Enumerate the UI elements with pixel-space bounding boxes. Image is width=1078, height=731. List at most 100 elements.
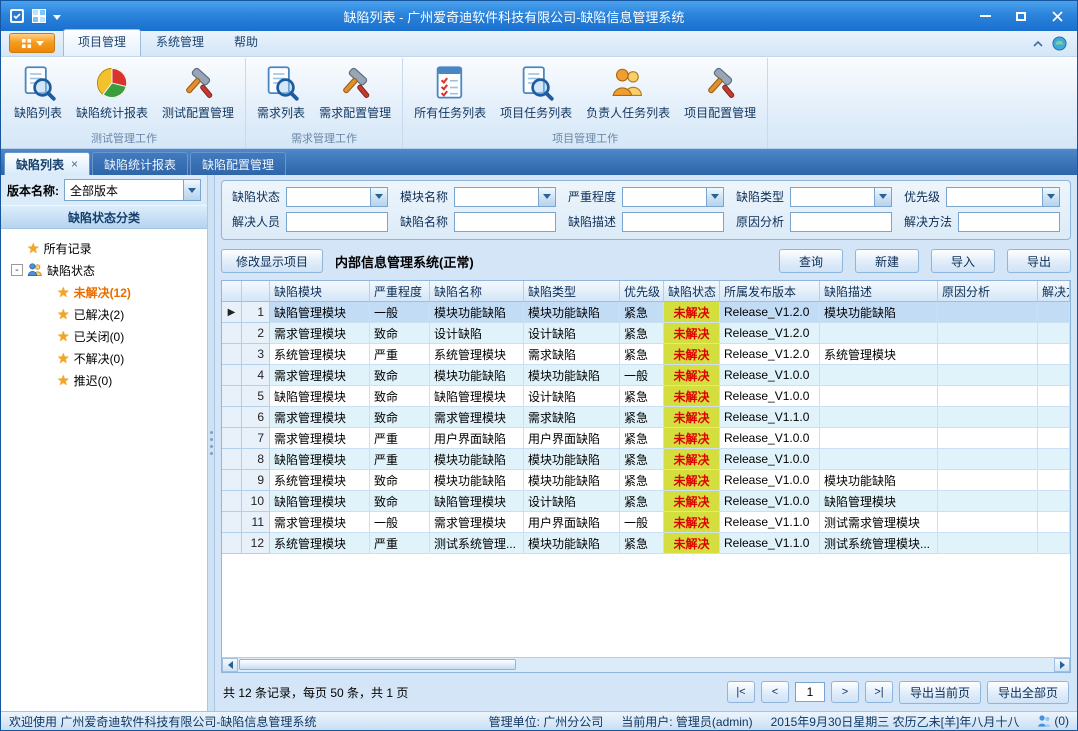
- column-header-10[interactable]: 解决方法: [1038, 281, 1070, 302]
- ribbon-button-2-2[interactable]: 需求配置管理: [312, 60, 398, 130]
- app-menu-button[interactable]: [9, 33, 55, 53]
- import-button[interactable]: 导入: [931, 249, 995, 273]
- grid-row-7[interactable]: 7需求管理模块严重用户界面缺陷用户界面缺陷紧急未解决Release_V1.0.0: [222, 428, 1070, 449]
- collapse-icon[interactable]: -: [11, 264, 23, 276]
- tree-item-2[interactable]: -缺陷状态: [3, 259, 205, 281]
- tree-item-3[interactable]: ★未解决(12): [3, 281, 205, 303]
- doc-tab-2[interactable]: 缺陷统计报表: [92, 152, 188, 175]
- grid-row-10[interactable]: 10缺陷管理模块致命缺陷管理模块设计缺陷紧急未解决Release_V1.0.0缺…: [222, 491, 1070, 512]
- quick-access-icon[interactable]: [31, 8, 47, 24]
- modify-columns-button[interactable]: 修改显示项目: [221, 249, 323, 273]
- help-icon[interactable]: [1052, 36, 1067, 51]
- filter-value-input[interactable]: [623, 188, 706, 206]
- filter-combo-4[interactable]: [790, 187, 892, 207]
- close-button[interactable]: [1039, 3, 1075, 29]
- ribbon-tab-2[interactable]: 系统管理: [141, 29, 219, 56]
- tree-item-7[interactable]: ★推迟(0): [3, 369, 205, 391]
- dropdown-arrow-icon[interactable]: [183, 180, 200, 200]
- version-combobox[interactable]: 全部版本: [64, 179, 201, 201]
- grid-row-4[interactable]: 4需求管理模块致命模块功能缺陷模块功能缺陷一般未解决Release_V1.0.0: [222, 365, 1070, 386]
- export-all-pages-button[interactable]: 导出全部页: [987, 681, 1069, 704]
- export-current-page-button[interactable]: 导出当前页: [899, 681, 981, 704]
- ribbon-tab-1[interactable]: 项目管理: [63, 29, 141, 56]
- quick-access-dropdown-icon[interactable]: [53, 9, 61, 23]
- ribbon-button-1-3[interactable]: 测试配置管理: [155, 60, 241, 130]
- tree-item-5[interactable]: ★已关闭(0): [3, 325, 205, 347]
- dropdown-arrow-icon[interactable]: [370, 188, 387, 206]
- grid-row-12[interactable]: 12系统管理模块严重测试系统管理...模块功能缺陷紧急未解决Release_V1…: [222, 533, 1070, 554]
- filter-value-input[interactable]: [947, 188, 1042, 206]
- doc-tab-3[interactable]: 缺陷配置管理: [190, 152, 286, 175]
- filter-value-input[interactable]: [791, 188, 874, 206]
- filter-input-4[interactable]: [790, 212, 892, 232]
- filter-value-input[interactable]: [791, 213, 891, 231]
- filter-value-input[interactable]: [287, 213, 387, 231]
- splitter-handle[interactable]: [208, 175, 215, 711]
- filter-combo-2[interactable]: [454, 187, 556, 207]
- grid-row-5[interactable]: 5缺陷管理模块致命缺陷管理模块设计缺陷紧急未解决Release_V1.0.0: [222, 386, 1070, 407]
- column-header-8[interactable]: 缺陷描述: [820, 281, 938, 302]
- grid-row-2[interactable]: 2需求管理模块致命设计缺陷设计缺陷紧急未解决Release_V1.2.0: [222, 323, 1070, 344]
- column-header-6[interactable]: 缺陷状态: [664, 281, 720, 302]
- filter-value-input[interactable]: [455, 188, 538, 206]
- column-header-4[interactable]: 缺陷类型: [524, 281, 620, 302]
- scroll-left-icon[interactable]: [222, 658, 238, 672]
- filter-value-input[interactable]: [623, 213, 723, 231]
- ribbon-button-1-1[interactable]: 缺陷列表: [7, 60, 69, 130]
- maximize-button[interactable]: [1003, 3, 1039, 29]
- grid-row-9[interactable]: 9系统管理模块致命模块功能缺陷模块功能缺陷紧急未解决Release_V1.0.0…: [222, 470, 1070, 491]
- query-button[interactable]: 查询: [779, 249, 843, 273]
- filter-input-1[interactable]: [286, 212, 388, 232]
- column-header-9[interactable]: 原因分析: [938, 281, 1038, 302]
- export-button[interactable]: 导出: [1007, 249, 1071, 273]
- tree-item-6[interactable]: ★不解决(0): [3, 347, 205, 369]
- ribbon-button-2-1[interactable]: 需求列表: [250, 60, 312, 130]
- scrollbar-thumb[interactable]: [239, 659, 516, 670]
- doc-tab-1[interactable]: 缺陷列表×: [4, 152, 90, 175]
- minimize-button[interactable]: [967, 3, 1003, 29]
- grid-row-8[interactable]: 8缺陷管理模块严重模块功能缺陷模块功能缺陷紧急未解决Release_V1.0.0: [222, 449, 1070, 470]
- column-header-2[interactable]: 严重程度: [370, 281, 430, 302]
- filter-combo-1[interactable]: [286, 187, 388, 207]
- close-tab-icon[interactable]: ×: [71, 158, 78, 170]
- last-page-button[interactable]: >|: [865, 681, 893, 703]
- ribbon-button-3-3[interactable]: 负责人任务列表: [579, 60, 677, 130]
- filter-value-input[interactable]: [455, 213, 555, 231]
- horizontal-scrollbar[interactable]: [222, 657, 1070, 672]
- ribbon-button-3-4[interactable]: 项目配置管理: [677, 60, 763, 130]
- scrollbar-track[interactable]: [238, 658, 1054, 672]
- column-header-5[interactable]: 优先级: [620, 281, 664, 302]
- column-header-3[interactable]: 缺陷名称: [430, 281, 524, 302]
- tree-item-4[interactable]: ★已解决(2): [3, 303, 205, 325]
- grid-row-11[interactable]: 11需求管理模块一般需求管理模块用户界面缺陷一般未解决Release_V1.1.…: [222, 512, 1070, 533]
- filter-input-5[interactable]: [958, 212, 1060, 232]
- grid-row-3[interactable]: 3系统管理模块严重系统管理模块需求缺陷紧急未解决Release_V1.2.0系统…: [222, 344, 1070, 365]
- filter-value-input[interactable]: [959, 213, 1059, 231]
- filter-combo-5[interactable]: [946, 187, 1060, 207]
- filter-value-input[interactable]: [287, 188, 370, 206]
- next-page-button[interactable]: >: [831, 681, 859, 703]
- dropdown-arrow-icon[interactable]: [1042, 188, 1059, 206]
- page-number-input[interactable]: [795, 682, 825, 702]
- current-user-label: 当前用户: 管理员(admin): [621, 713, 752, 730]
- filter-combo-3[interactable]: [622, 187, 724, 207]
- collapse-ribbon-icon[interactable]: [1032, 38, 1044, 50]
- column-header-7[interactable]: 所属发布版本: [720, 281, 820, 302]
- prev-page-button[interactable]: <: [761, 681, 789, 703]
- scroll-right-icon[interactable]: [1054, 658, 1070, 672]
- grid-row-6[interactable]: 6需求管理模块致命需求管理模块需求缺陷紧急未解决Release_V1.1.0: [222, 407, 1070, 428]
- grid-row-1[interactable]: ▶1缺陷管理模块一般模块功能缺陷模块功能缺陷紧急未解决Release_V1.2.…: [222, 302, 1070, 323]
- column-header-1[interactable]: 缺陷模块: [270, 281, 370, 302]
- new-button[interactable]: 新建: [855, 249, 919, 273]
- dropdown-arrow-icon[interactable]: [706, 188, 723, 206]
- dropdown-arrow-icon[interactable]: [874, 188, 891, 206]
- tree-item-1[interactable]: ★所有记录: [3, 237, 205, 259]
- dropdown-arrow-icon[interactable]: [538, 188, 555, 206]
- filter-input-3[interactable]: [622, 212, 724, 232]
- first-page-button[interactable]: |<: [727, 681, 755, 703]
- filter-input-2[interactable]: [454, 212, 556, 232]
- ribbon-button-1-2[interactable]: 缺陷统计报表: [69, 60, 155, 130]
- ribbon-tab-3[interactable]: 帮助: [219, 29, 273, 56]
- ribbon-button-3-2[interactable]: 项目任务列表: [493, 60, 579, 130]
- ribbon-button-3-1[interactable]: 所有任务列表: [407, 60, 493, 130]
